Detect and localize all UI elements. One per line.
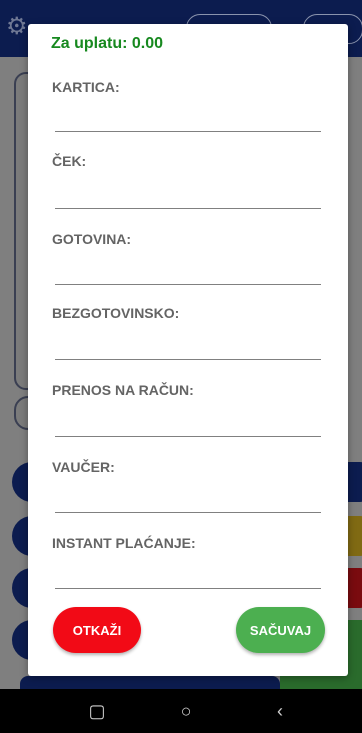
check-label: ČEK: <box>52 153 87 169</box>
cashless-input[interactable] <box>55 334 321 360</box>
card-input[interactable] <box>55 106 321 132</box>
save-button[interactable]: SAČUVAJ <box>236 607 325 653</box>
check-input[interactable] <box>55 183 321 209</box>
chevron-left-icon[interactable]: ‹ <box>260 689 300 733</box>
circle-icon[interactable]: ○ <box>166 689 206 733</box>
amount-due-title: Za uplatu: 0.00 <box>51 35 164 52</box>
cashless-label: BEZGOTOVINSKO: <box>52 305 180 321</box>
card-label: KARTICA: <box>52 79 120 95</box>
cash-input[interactable] <box>55 259 321 285</box>
cash-label: GOTOVINA: <box>52 231 132 247</box>
bank-transfer-input[interactable] <box>55 411 321 437</box>
background-key-row <box>20 676 280 689</box>
voucher-input[interactable] <box>55 487 321 513</box>
instant-payment-input[interactable] <box>55 563 321 589</box>
voucher-label: VAUČER: <box>52 459 115 475</box>
square-icon[interactable]: ▢ <box>77 689 117 733</box>
bank-transfer-label: PRENOS NA RAČUN: <box>52 382 194 398</box>
cancel-button[interactable]: OTKAŽI <box>53 607 141 653</box>
instant-payment-label: INSTANT PLAĆANJE: <box>52 535 196 551</box>
